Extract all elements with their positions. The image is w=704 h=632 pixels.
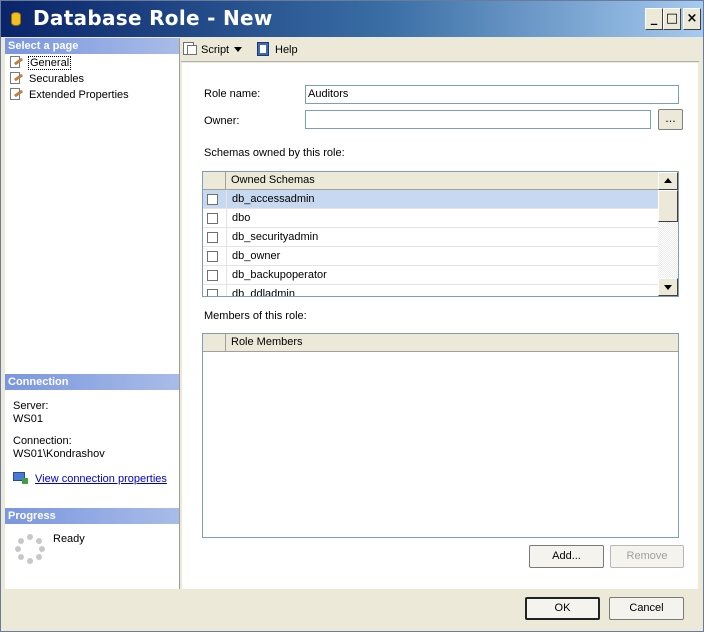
schemas-owned-label: Schemas owned by this role: — [204, 147, 345, 159]
schemas-scrollbar[interactable] — [658, 172, 678, 296]
owned-schemas-column-header[interactable]: Owned Schemas — [227, 172, 315, 189]
role-name-input[interactable]: Auditors — [305, 85, 679, 104]
table-row[interactable]: db_ddladmin — [203, 285, 658, 297]
schema-name: db_backupoperator — [232, 269, 327, 281]
left-panel: Select a page General Securables Extende… — [5, 38, 180, 589]
page-item-label: Securables — [29, 73, 85, 85]
title-bar[interactable]: Database Role - New _ □ × — [1, 1, 703, 37]
header-checkbox-cell — [203, 172, 226, 189]
page-item-label: Extended Properties — [29, 89, 129, 101]
toolbar: Script Help — [181, 38, 699, 62]
owned-schemas-header: Owned Schemas — [203, 172, 658, 190]
page-item-label: General — [27, 56, 72, 70]
owner-input[interactable] — [305, 110, 651, 129]
window-title: Database Role - New — [33, 6, 273, 30]
scroll-up-arrow-icon[interactable] — [658, 172, 678, 190]
wrench-page-icon — [9, 88, 25, 100]
table-row[interactable]: dbo — [203, 209, 658, 228]
header-checkbox-cell — [203, 334, 226, 351]
owned-schemas-grid[interactable]: Owned Schemas db_accessadmin dbo db_secu… — [202, 171, 679, 297]
table-row[interactable]: db_owner — [203, 247, 658, 266]
wrench-page-icon — [9, 72, 25, 84]
minimize-button[interactable]: _ — [645, 8, 663, 30]
close-button[interactable]: × — [683, 8, 701, 30]
help-icon — [257, 42, 271, 56]
select-page-header: Select a page — [5, 38, 179, 54]
schema-checkbox[interactable] — [207, 251, 218, 262]
schema-checkbox[interactable] — [207, 270, 218, 281]
dropdown-arrow-icon[interactable] — [234, 47, 243, 52]
wrench-page-icon — [9, 56, 25, 68]
server-label: Server: — [13, 400, 49, 412]
right-panel: Script Help Role name: Auditors Owner: .… — [181, 38, 699, 589]
help-label: Help — [275, 44, 298, 56]
connection-header: Connection — [5, 374, 179, 390]
connection-value: WS01\Kondrashov — [13, 448, 105, 460]
database-role-window: Database Role - New _ □ × Select a page … — [0, 0, 704, 632]
script-icon — [183, 42, 197, 56]
page-item-extended-properties[interactable]: Extended Properties — [9, 87, 129, 103]
table-row[interactable]: db_securityadmin — [203, 228, 658, 247]
members-label: Members of this role: — [204, 310, 307, 322]
scroll-down-arrow-icon[interactable] — [658, 278, 678, 296]
view-connection-properties-link[interactable]: View connection properties — [13, 471, 167, 485]
role-name-label: Role name: — [204, 88, 261, 100]
owner-browse-button[interactable]: ... — [658, 109, 683, 130]
scrollbar-thumb[interactable] — [658, 190, 678, 222]
role-members-column-header[interactable]: Role Members — [227, 334, 303, 351]
script-label: Script — [201, 44, 230, 56]
schema-checkbox[interactable] — [207, 213, 218, 224]
schema-name: db_securityadmin — [232, 231, 319, 243]
help-button[interactable]: Help — [257, 41, 298, 59]
add-button[interactable]: Add... — [529, 545, 604, 568]
schema-name: db_owner — [232, 250, 281, 262]
schema-checkbox[interactable] — [207, 232, 218, 243]
remove-button[interactable]: Remove — [610, 545, 684, 568]
schema-checkbox[interactable] — [207, 194, 218, 205]
schema-checkbox[interactable] — [207, 289, 218, 296]
table-row[interactable]: db_accessadmin — [203, 190, 658, 209]
progress-status: Ready — [53, 533, 85, 545]
connection-properties-icon — [13, 471, 29, 485]
database-icon — [9, 10, 23, 30]
page-item-securables[interactable]: Securables — [9, 71, 84, 87]
cancel-button[interactable]: Cancel — [609, 597, 684, 620]
owner-label: Owner: — [204, 115, 240, 127]
schema-name: db_ddladmin — [232, 288, 295, 297]
role-members-grid[interactable]: Role Members — [202, 333, 679, 538]
page-item-general[interactable]: General — [9, 55, 72, 71]
maximize-button[interactable]: □ — [663, 8, 681, 30]
server-value: WS01 — [13, 413, 43, 425]
schema-name: db_accessadmin — [232, 193, 315, 205]
role-members-header: Role Members — [203, 334, 678, 352]
schema-name: dbo — [232, 212, 251, 224]
view-connection-properties-label[interactable]: View connection properties — [35, 473, 167, 485]
table-row[interactable]: db_backupoperator — [203, 266, 658, 285]
connection-label: Connection: — [13, 435, 72, 447]
progress-spinner-icon — [15, 534, 45, 564]
script-button[interactable]: Script — [183, 41, 243, 59]
general-page-content: Role name: Auditors Owner: ... Schemas o… — [182, 63, 698, 589]
ok-button[interactable]: OK — [525, 597, 600, 620]
progress-header: Progress — [5, 508, 179, 524]
